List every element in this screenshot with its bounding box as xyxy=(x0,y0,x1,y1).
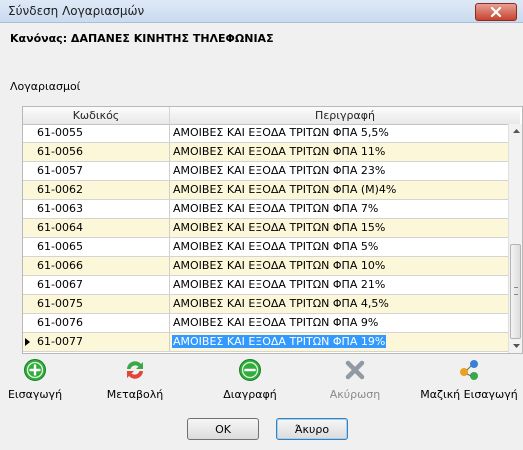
scroll-thumb[interactable] xyxy=(510,244,521,339)
cancel-operation-button[interactable]: Ακύρωση xyxy=(315,358,395,404)
scroll-down-button[interactable] xyxy=(509,339,522,353)
row-code: 61-0067 xyxy=(37,278,83,291)
row-description: ΑΜΟΙΒΕΣ ΚΑΙ ΕΞΟΔΑ ΤΡΙΤΩΝ ΦΠΑ 5% xyxy=(173,240,379,253)
bulk-add-label: Μαζική Εισαγωγή xyxy=(420,388,518,401)
table-row[interactable]: 61-0067 ΑΜΟΙΒΕΣ ΚΑΙ ΕΞΟΔΑ ΤΡΙΤΩΝ ΦΠΑ 21% xyxy=(23,276,508,295)
table-row[interactable]: 61-0064 ΑΜΟΙΒΕΣ ΚΑΙ ΕΞΟΔΑ ΤΡΙΤΩΝ ΦΠΑ 15% xyxy=(23,219,508,238)
table-row[interactable]: 61-0065 ΑΜΟΙΒΕΣ ΚΑΙ ΕΞΟΔΑ ΤΡΙΤΩΝ ΦΠΑ 5% xyxy=(23,238,508,257)
row-code: 61-0065 xyxy=(37,240,83,253)
row-description: ΑΜΟΙΒΕΣ ΚΑΙ ΕΞΟΔΑ ΤΡΙΤΩΝ ΦΠΑ 15% xyxy=(173,221,386,234)
table-row[interactable]: 61-0055 ΑΜΟΙΒΕΣ ΚΑΙ ΕΞΟΔΑ ΤΡΙΤΩΝ ΦΠΑ 5,5% xyxy=(23,124,508,143)
change-label: Μεταβολή xyxy=(106,388,164,401)
rule-title: Κανόνας: ΔΑΠΑΝΕΣ ΚΙΝΗΤΗΣ ΤΗΛΕΦΩΝΙΑΣ xyxy=(10,32,274,45)
table-row[interactable]: 61-0057 ΑΜΟΙΒΕΣ ΚΑΙ ΕΞΟΔΑ ΤΡΙΤΩΝ ΦΠΑ 23% xyxy=(23,162,508,181)
row-description: ΑΜΟΙΒΕΣ ΚΑΙ ΕΞΟΔΑ ΤΡΙΤΩΝ ΦΠΑ 5,5% xyxy=(173,126,389,139)
title-bar: Σύνδεση Λογαριασμών xyxy=(0,0,523,23)
grid-header: Κωδικός Περιγραφή xyxy=(23,107,520,125)
ok-button[interactable]: OK xyxy=(187,418,259,440)
row-description: ΑΜΟΙΒΕΣ ΚΑΙ ΕΞΟΔΑ ΤΡΙΤΩΝ ΦΠΑ 9% xyxy=(173,316,379,329)
table-row[interactable]: 61-0062 ΑΜΟΙΒΕΣ ΚΑΙ ΕΞΟΔΑ ΤΡΙΤΩΝ ΦΠΑ (Μ)4… xyxy=(23,181,508,200)
accounts-grid[interactable]: Κωδικός Περιγραφή 61-0055 ΑΜΟΙΒΕΣ ΚΑΙ ΕΞΟ… xyxy=(22,106,523,354)
delete-label: Διαγραφή xyxy=(223,388,277,401)
row-description: ΑΜΟΙΒΕΣ ΚΑΙ ΕΞΟΔΑ ΤΡΙΤΩΝ ΦΠΑ 11% xyxy=(173,145,386,158)
row-code: 61-0063 xyxy=(37,202,83,215)
table-row[interactable]: 61-0066 ΑΜΟΙΒΕΣ ΚΑΙ ΕΞΟΔΑ ΤΡΙΤΩΝ ΦΠΑ 10% xyxy=(23,257,508,276)
minus-circle-icon xyxy=(239,359,261,381)
bulk-add-button[interactable]: Μαζική Εισαγωγή xyxy=(415,358,523,404)
scroll-up-button[interactable] xyxy=(509,124,522,138)
row-description: ΑΜΟΙΒΕΣ ΚΑΙ ΕΞΟΔΑ ΤΡΙΤΩΝ ΦΠΑ 23% xyxy=(173,164,386,177)
row-description: ΑΜΟΙΒΕΣ ΚΑΙ ΕΞΟΔΑ ΤΡΙΤΩΝ ΦΠΑ 10% xyxy=(173,259,386,272)
add-button[interactable]: Εισαγωγή xyxy=(0,358,70,404)
row-code: 61-0057 xyxy=(37,164,83,177)
chevron-up-icon xyxy=(512,129,520,133)
accounts-label: Λογαριασμοί xyxy=(10,80,81,93)
row-code: 61-0075 xyxy=(37,297,83,310)
vertical-scrollbar[interactable] xyxy=(508,124,522,353)
close-icon xyxy=(490,7,502,17)
row-code: 61-0066 xyxy=(37,259,83,272)
row-code: 61-0076 xyxy=(37,316,83,329)
table-row[interactable]: 61-0056 ΑΜΟΙΒΕΣ ΚΑΙ ΕΞΟΔΑ ΤΡΙΤΩΝ ΦΠΑ 11% xyxy=(23,143,508,162)
current-row-indicator-icon xyxy=(25,338,30,346)
column-header-description[interactable]: Περιγραφή xyxy=(170,107,520,124)
close-button[interactable] xyxy=(475,3,517,21)
add-label: Εισαγωγή xyxy=(7,388,63,401)
row-description: ΑΜΟΙΒΕΣ ΚΑΙ ΕΞΟΔΑ ΤΡΙΤΩΝ ΦΠΑ 21% xyxy=(173,278,386,291)
chevron-down-icon xyxy=(512,344,520,348)
row-code: 61-0064 xyxy=(37,221,83,234)
table-row-selected[interactable]: 61-0077 ΑΜΟΙΒΕΣ ΚΑΙ ΕΞΟΔΑ ΤΡΙΤΩΝ ΦΠΑ 19% xyxy=(23,333,508,352)
row-code: 61-0077 xyxy=(37,335,83,348)
plus-circle-icon xyxy=(24,359,46,381)
multi-dots-icon xyxy=(460,360,478,380)
row-description[interactable]: ΑΜΟΙΒΕΣ ΚΑΙ ΕΞΟΔΑ ΤΡΙΤΩΝ ΦΠΑ 19% xyxy=(172,335,387,348)
table-row[interactable]: 61-0063 ΑΜΟΙΒΕΣ ΚΑΙ ΕΞΟΔΑ ΤΡΙΤΩΝ ΦΠΑ 7% xyxy=(23,200,508,219)
row-code: 61-0056 xyxy=(37,145,83,158)
row-code: 61-0062 xyxy=(37,183,83,196)
grid-rows: 61-0055 ΑΜΟΙΒΕΣ ΚΑΙ ΕΞΟΔΑ ΤΡΙΤΩΝ ΦΠΑ 5,5%… xyxy=(23,124,508,352)
x-cross-icon xyxy=(345,360,365,380)
delete-button[interactable]: Διαγραφή xyxy=(210,358,290,404)
refresh-arrows-icon xyxy=(127,361,143,379)
row-description: ΑΜΟΙΒΕΣ ΚΑΙ ΕΞΟΔΑ ΤΡΙΤΩΝ ΦΠΑ (Μ)4% xyxy=(173,183,397,196)
cancel-operation-label: Ακύρωση xyxy=(329,388,381,401)
row-description: ΑΜΟΙΒΕΣ ΚΑΙ ΕΞΟΔΑ ΤΡΙΤΩΝ ΦΠΑ 4,5% xyxy=(173,297,389,310)
column-header-code[interactable]: Κωδικός xyxy=(23,107,170,124)
table-row[interactable]: 61-0075 ΑΜΟΙΒΕΣ ΚΑΙ ΕΞΟΔΑ ΤΡΙΤΩΝ ΦΠΑ 4,5% xyxy=(23,295,508,314)
cancel-button[interactable]: Άκυρο xyxy=(276,418,348,440)
window-title: Σύνδεση Λογαριασμών xyxy=(8,4,145,18)
row-description: ΑΜΟΙΒΕΣ ΚΑΙ ΕΞΟΔΑ ΤΡΙΤΩΝ ΦΠΑ 7% xyxy=(173,202,379,215)
change-button[interactable]: Μεταβολή xyxy=(95,358,175,404)
table-row[interactable]: 61-0076 ΑΜΟΙΒΕΣ ΚΑΙ ΕΞΟΔΑ ΤΡΙΤΩΝ ΦΠΑ 9% xyxy=(23,314,508,333)
row-code: 61-0055 xyxy=(37,126,83,139)
